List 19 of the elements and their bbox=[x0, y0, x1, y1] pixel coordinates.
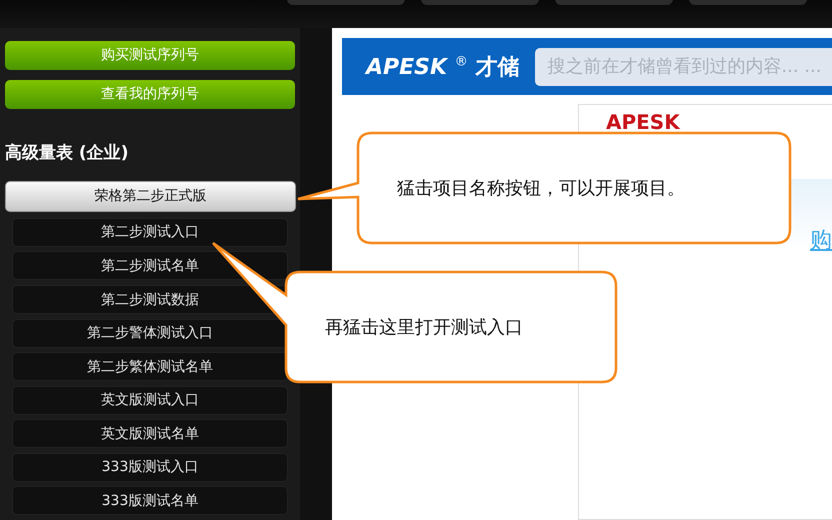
menu-item[interactable]: 第二步警体测试入口 bbox=[12, 318, 288, 348]
callout-text: 再猛击这里打开测试入口 bbox=[325, 316, 523, 339]
menu-item[interactable]: 333版测试入口 bbox=[12, 452, 288, 482]
menu-item[interactable]: 第二步测试入口 bbox=[12, 218, 288, 247]
menu-item[interactable]: 第二步测试名单 bbox=[12, 251, 288, 280]
menu-item[interactable]: 第二步测试数据 bbox=[12, 285, 288, 314]
top-tab[interactable] bbox=[421, 0, 539, 5]
callout-text: 猛击项目名称按钮，可以开展项目。 bbox=[397, 177, 685, 200]
top-tab[interactable] bbox=[689, 0, 807, 5]
menu-item[interactable]: 英文版测试入口 bbox=[12, 386, 288, 415]
brand-text: APESK bbox=[606, 111, 680, 136]
logo: APESK $^{®}$ 才储 bbox=[366, 53, 520, 82]
top-tab[interactable] bbox=[555, 0, 673, 5]
top-tab[interactable] bbox=[287, 0, 405, 5]
menu-item[interactable]: 第二步繁体测试名单 bbox=[12, 352, 288, 382]
project-button[interactable]: 荣格第二步正式版 bbox=[5, 180, 296, 212]
menu-item[interactable]: 英文版测试名单 bbox=[12, 419, 288, 448]
section-title: 高级量表 (企业) bbox=[5, 142, 130, 164]
menu-item[interactable]: 333版测试名单 bbox=[12, 486, 288, 516]
